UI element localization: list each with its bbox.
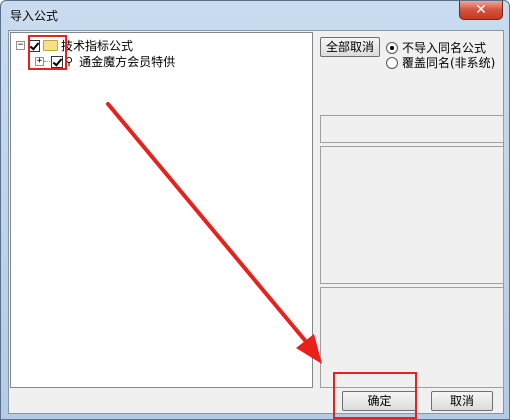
annotation-arrow [106,102,322,364]
